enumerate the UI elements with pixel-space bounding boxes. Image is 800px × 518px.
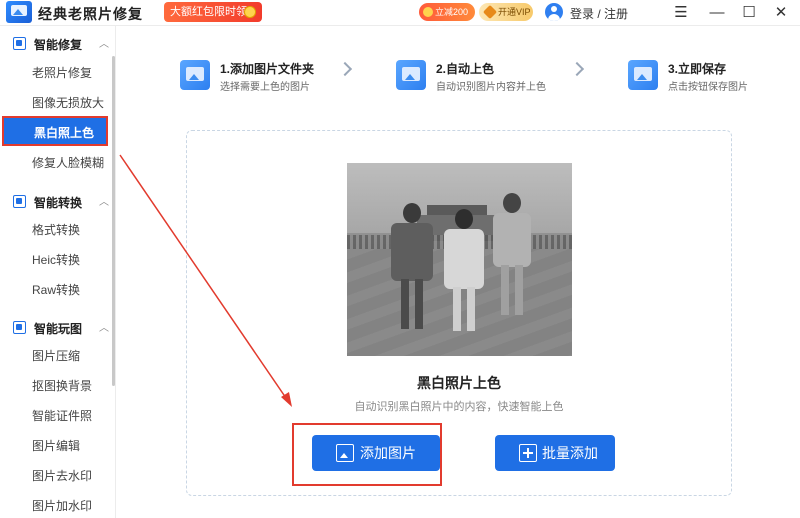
batch-add-label: 批量添加 (542, 445, 598, 461)
step-title: 3.立即保存 (668, 62, 727, 76)
sidebar-item-heic-convert[interactable]: Heic转换 (0, 245, 112, 275)
plus-icon (519, 444, 537, 462)
chevron-up-icon: ︿ (99, 197, 109, 208)
promo-banner[interactable]: 大额红包限时领 (164, 2, 262, 22)
sidebar-item-id-photo[interactable]: 智能证件照 (0, 401, 112, 431)
step-add-folder: 1.添加图片文件夹 选择需要上色的图片 (180, 58, 340, 98)
sidebar: 智能修复 ︿ 老照片修复 图像无损放大 黑白照上色 修复人脸模糊 智能转换 ︿ … (0, 26, 116, 518)
sidebar-item-old-photo-repair[interactable]: 老照片修复 (0, 58, 112, 88)
sidebar-item-lossless-upscale[interactable]: 图像无损放大 (0, 88, 112, 118)
sidebar-item-compress[interactable]: 图片压缩 (0, 341, 112, 371)
add-image-icon (180, 60, 210, 90)
sidebar-item-bw-colorize[interactable]: 黑白照上色 (2, 116, 108, 146)
menu-icon[interactable]: ☰ (670, 2, 692, 24)
promo-label: 大额红包限时领 (170, 6, 247, 18)
sidebar-item-image-edit[interactable]: 图片编辑 (0, 431, 112, 461)
app-title: 经典老照片修复 (38, 6, 143, 22)
sidebar-item-cutout-bg[interactable]: 抠图换背景 (0, 371, 112, 401)
sidebar-item-raw-convert[interactable]: Raw转换 (0, 275, 112, 305)
sidebar-item-remove-watermark[interactable]: 图片去水印 (0, 461, 112, 491)
group-smart-repair[interactable]: 智能修复 ︿ (0, 28, 112, 58)
paint-bucket-icon (396, 60, 426, 90)
repair-icon (13, 37, 26, 50)
sidebar-item-face-deblur[interactable]: 修复人脸模糊 (0, 148, 112, 178)
convert-icon (13, 195, 26, 208)
close-button[interactable]: ✕ (770, 2, 792, 24)
discount-badge[interactable]: 立减200元 (419, 3, 475, 35)
user-avatar-icon[interactable] (545, 3, 563, 21)
discount-label: 立减200元 (435, 7, 469, 35)
group-label: 智能修复 (34, 38, 83, 52)
step-desc: 点击按钮保存图片 (668, 82, 748, 93)
coin-icon (423, 7, 433, 17)
coin-icon (244, 6, 256, 18)
batch-add-button[interactable]: 批量添加 (495, 435, 615, 471)
step-title: 1.添加图片文件夹 (220, 62, 315, 76)
sample-bw-photo (347, 163, 572, 356)
chevron-right-icon (337, 61, 353, 77)
step-auto-colorize: 2.自动上色 自动识别图片内容并上色 (396, 58, 556, 98)
minimize-button[interactable]: — (706, 2, 728, 24)
diamond-icon (482, 4, 498, 20)
app-logo-icon (6, 1, 32, 23)
group-label: 智能转换 (34, 196, 83, 210)
save-image-icon (628, 60, 658, 90)
vip-label: 开通VIP (498, 7, 531, 17)
step-desc: 选择需要上色的图片 (220, 82, 310, 93)
title-bar: 经典老照片修复 大额红包限时领 立减200元 开通VIP 登录 / 注册 ☰ —… (0, 0, 800, 35)
step-title: 2.自动上色 (436, 62, 495, 76)
highlight-box (292, 423, 442, 486)
group-smart-convert[interactable]: 智能转换 ︿ (0, 186, 112, 216)
feature-title: 黑白照片上色 (417, 375, 501, 391)
sidebar-item-add-watermark[interactable]: 图片加水印 (0, 491, 112, 518)
step-desc: 自动识别图片内容并上色 (436, 82, 546, 93)
sidebar-item-format-convert[interactable]: 格式转换 (0, 215, 112, 245)
step-save: 3.立即保存 点击按钮保存图片 (628, 58, 788, 98)
chevron-right-icon (569, 61, 585, 77)
image-play-icon (13, 321, 26, 334)
sidebar-scrollbar[interactable] (112, 56, 115, 386)
group-smart-play[interactable]: 智能玩图 ︿ (0, 312, 112, 342)
chevron-up-icon: ︿ (99, 39, 109, 50)
maximize-button[interactable]: ☐ (738, 2, 760, 24)
feature-description: 自动识别黑白照片中的内容，快速智能上色 (354, 401, 564, 413)
group-label: 智能玩图 (34, 322, 83, 336)
vip-button[interactable]: 开通VIP (479, 3, 533, 21)
chevron-up-icon: ︿ (99, 323, 109, 334)
login-link[interactable]: 登录 / 注册 (570, 5, 628, 22)
